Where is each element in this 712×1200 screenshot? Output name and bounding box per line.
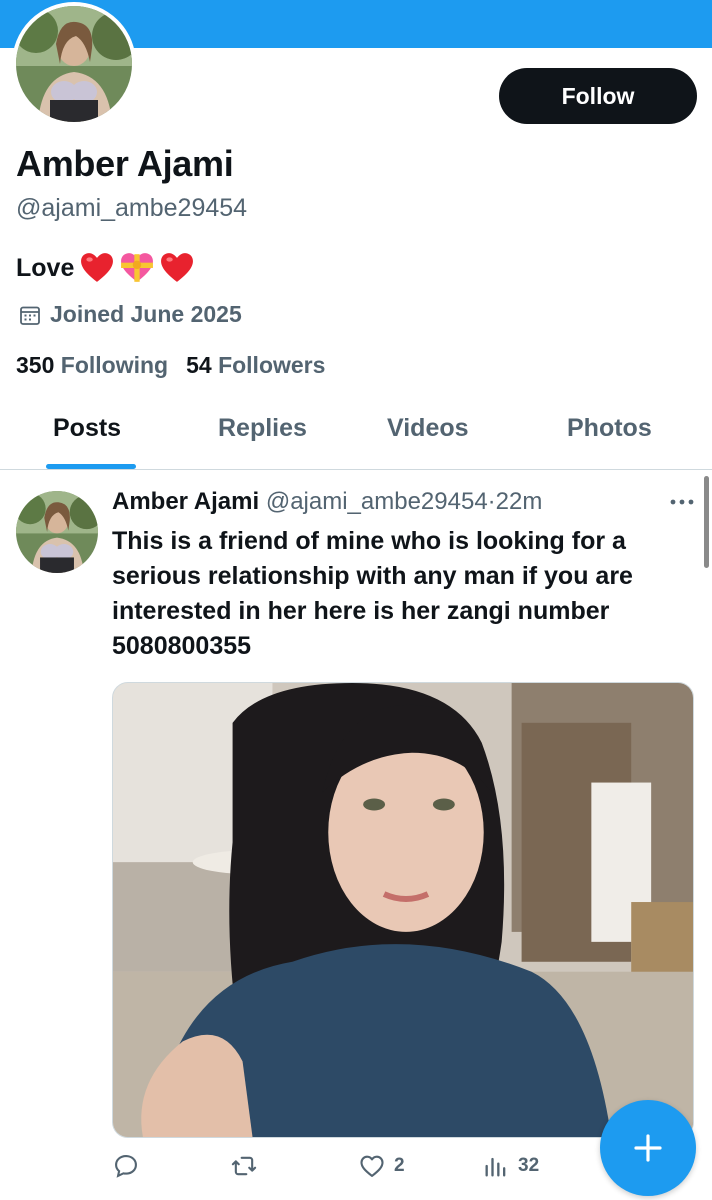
post-author-avatar[interactable] [16, 491, 98, 573]
follow-button[interactable]: Follow [499, 68, 697, 124]
views-icon [485, 1157, 506, 1177]
post-author-name[interactable]: Amber Ajami [112, 488, 259, 515]
like-button[interactable]: 2 [358, 1152, 405, 1180]
followers-link[interactable]: 54 Followers [186, 352, 325, 379]
red-heart-icon [81, 253, 114, 282]
profile-bio: Love [16, 252, 194, 284]
post-time[interactable]: 22m [496, 488, 543, 515]
reply-button[interactable] [112, 1152, 140, 1180]
reply-icon [115, 1155, 137, 1178]
post-separator: · [487, 488, 496, 515]
post-header: Amber Ajami @ajami_ambe29454·22m [112, 488, 542, 516]
tab-replies[interactable]: Replies [218, 414, 307, 443]
profile-name: Amber Ajami [16, 143, 234, 184]
tab-photos[interactable]: Photos [567, 414, 652, 443]
joined-date: Joined June 2025 [18, 301, 242, 328]
heart-with-ribbon-icon [121, 253, 154, 282]
post-text: This is a friend of mine who is looking … [112, 527, 633, 660]
plus-icon [634, 1134, 662, 1162]
tab-posts[interactable]: Posts [53, 414, 121, 443]
profile-tabs: Posts Replies Videos Photos [0, 400, 712, 470]
post-author-handle[interactable]: @ajami_ambe29454 [266, 488, 488, 515]
followers-count: 54 [186, 352, 212, 378]
red-heart-icon [161, 253, 194, 282]
followers-label: Followers [218, 352, 326, 378]
compose-button[interactable] [600, 1100, 696, 1196]
calendar-icon [20, 306, 40, 325]
scrollbar[interactable] [704, 476, 709, 568]
repost-button[interactable] [230, 1152, 258, 1180]
post-image[interactable] [112, 682, 694, 1138]
profile-handle: @ajami_ambe29454 [16, 194, 248, 222]
views-button[interactable]: 32 [482, 1152, 539, 1180]
heart-icon [360, 1155, 384, 1177]
like-count: 2 [394, 1155, 405, 1176]
active-tab-indicator [46, 464, 136, 469]
views-count: 32 [518, 1155, 540, 1176]
joined-text: Joined June 2025 [50, 301, 242, 327]
profile-avatar[interactable] [12, 2, 136, 126]
profile-stats: 350 Following 54 Followers [16, 352, 325, 379]
more-icon[interactable] [668, 492, 696, 512]
bio-text: Love [16, 253, 75, 282]
following-count: 350 [16, 352, 55, 378]
tab-videos[interactable]: Videos [387, 414, 469, 443]
following-link[interactable]: 350 Following [16, 352, 168, 379]
following-label: Following [60, 352, 169, 378]
repost-icon [231, 1156, 257, 1176]
